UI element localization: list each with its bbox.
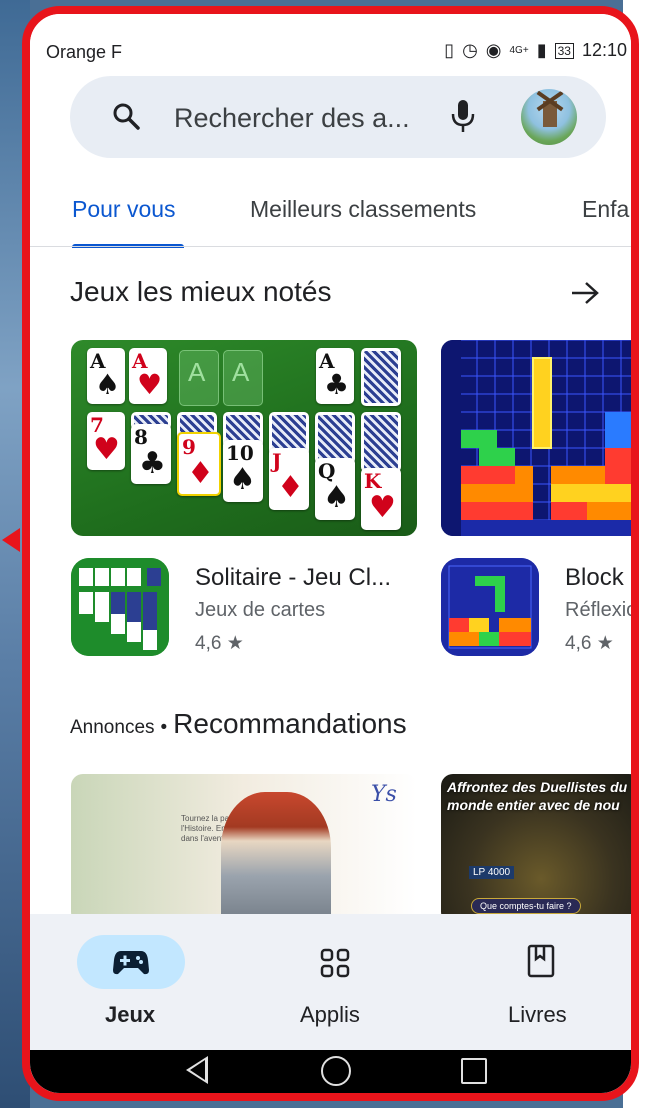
- status-icons: ▯ ◷ ◉ 4G+ ▮ 33 12:10: [444, 40, 627, 61]
- block-grid: [441, 340, 631, 536]
- section-title-top-games: Jeux les mieux notés: [70, 276, 332, 307]
- hero-illustration: [221, 792, 331, 924]
- playing-card: J ♦: [269, 448, 309, 510]
- battery-level: 33: [554, 42, 574, 59]
- playing-card: A ♥: [129, 348, 167, 404]
- network-type: 4G+: [509, 45, 529, 56]
- block-app-icon[interactable]: [441, 558, 539, 656]
- highlight-frame: Orange F ▯ ◷ ◉ 4G+ ▮ 33 12:10 Rechercher…: [22, 6, 639, 1101]
- card-slot: A: [179, 350, 219, 406]
- solitaire-feature-image[interactable]: A ♠ A ♥ A A A ♣ 7 ♥ 8 ♣ 9 ♦ 10 ♠ J ♦ Q ♠ K ♥: [71, 340, 417, 536]
- nav-label-livres[interactable]: Livres: [508, 1002, 567, 1028]
- bottom-navigation: Jeux Applis Livres: [30, 914, 631, 1050]
- app-rating-solitaire: 4,6 ★: [195, 633, 244, 654]
- search-input[interactable]: Rechercher des a...: [174, 103, 410, 134]
- nav-label-jeux[interactable]: Jeux: [105, 1002, 155, 1028]
- playing-card: 7 ♥: [87, 412, 125, 470]
- playing-card: Q ♠: [315, 458, 355, 520]
- divider: [30, 246, 631, 247]
- block-puzzle-feature-image[interactable]: [441, 340, 631, 536]
- clock: 12:10: [581, 40, 627, 60]
- search-bar[interactable]: Rechercher des a...: [70, 76, 606, 158]
- playing-card: 8 ♣: [131, 424, 171, 484]
- app-category-block: Réflexio: [565, 599, 631, 621]
- card-slot: A: [223, 350, 263, 406]
- section-title-recommendations: Annonces • Recommandations: [70, 708, 407, 740]
- app-name-block[interactable]: Block: [565, 564, 624, 592]
- book-icon[interactable]: [527, 944, 555, 978]
- duel-ad-banner[interactable]: Affrontez des Duellistes du monde entier…: [441, 774, 631, 924]
- ys-logo: Ys: [371, 782, 397, 807]
- gamepad-icon: [113, 951, 149, 975]
- star-icon: ★: [226, 633, 244, 654]
- home-icon[interactable]: [321, 1056, 351, 1086]
- category-tabs: Pour vous Meilleurs classements Enfa: [30, 174, 631, 248]
- playing-card: 10 ♠: [223, 440, 263, 502]
- playing-card: A ♣: [316, 348, 354, 404]
- tab-pour-vous[interactable]: Pour vous: [72, 196, 176, 223]
- status-bar: Orange F ▯ ◷ ◉ 4G+ ▮ 33 12:10: [30, 14, 631, 70]
- phone-screen: Orange F ▯ ◷ ◉ 4G+ ▮ 33 12:10 Rechercher…: [30, 14, 631, 1093]
- avatar[interactable]: [521, 89, 577, 145]
- card-stack: [361, 348, 401, 406]
- star-icon: ★: [596, 633, 614, 654]
- microphone-icon[interactable]: [450, 98, 476, 134]
- app-category-solitaire: Jeux de cartes: [195, 599, 326, 621]
- separator-dot: •: [160, 717, 168, 738]
- app-name-solitaire[interactable]: Solitaire - Jeu Cl...: [195, 564, 391, 592]
- playing-card: 9 ♦: [177, 432, 221, 496]
- recent-apps-icon[interactable]: [461, 1058, 487, 1084]
- search-icon: [113, 103, 140, 130]
- apps-grid-icon[interactable]: [320, 948, 350, 978]
- solitaire-app-icon[interactable]: [71, 558, 169, 656]
- nav-label-applis[interactable]: Applis: [300, 1002, 360, 1028]
- vibrate-icon: ▯: [444, 40, 455, 60]
- alarm-icon: ◷: [462, 40, 478, 60]
- duel-headline: Affrontez des Duellistes du monde entier…: [447, 779, 628, 813]
- playing-card: K ♥: [361, 468, 401, 530]
- playing-card: A ♠: [87, 348, 125, 404]
- duel-action-button: Que comptes-tu faire ?: [471, 898, 581, 914]
- ads-label: Annonces: [70, 717, 155, 738]
- tab-meilleurs-classements[interactable]: Meilleurs classements: [250, 196, 476, 223]
- recommendations-title: Recommandations: [173, 708, 407, 739]
- carrier-name: Orange F: [46, 42, 123, 62]
- app-rating-block: 4,6 ★: [565, 633, 614, 654]
- annotation-arrow: [2, 528, 20, 552]
- arrow-right-icon[interactable]: [570, 280, 600, 306]
- system-navigation-bar: [30, 1050, 631, 1093]
- nav-item-jeux[interactable]: [77, 935, 185, 989]
- ys-ad-banner[interactable]: Tournez la page de l'Histoire. Embarquez…: [71, 774, 417, 924]
- signal-icon: ▮: [536, 40, 547, 60]
- life-points: LP 4000: [469, 866, 515, 879]
- tab-enfants[interactable]: Enfa: [582, 196, 629, 223]
- eye-icon: ◉: [485, 40, 502, 60]
